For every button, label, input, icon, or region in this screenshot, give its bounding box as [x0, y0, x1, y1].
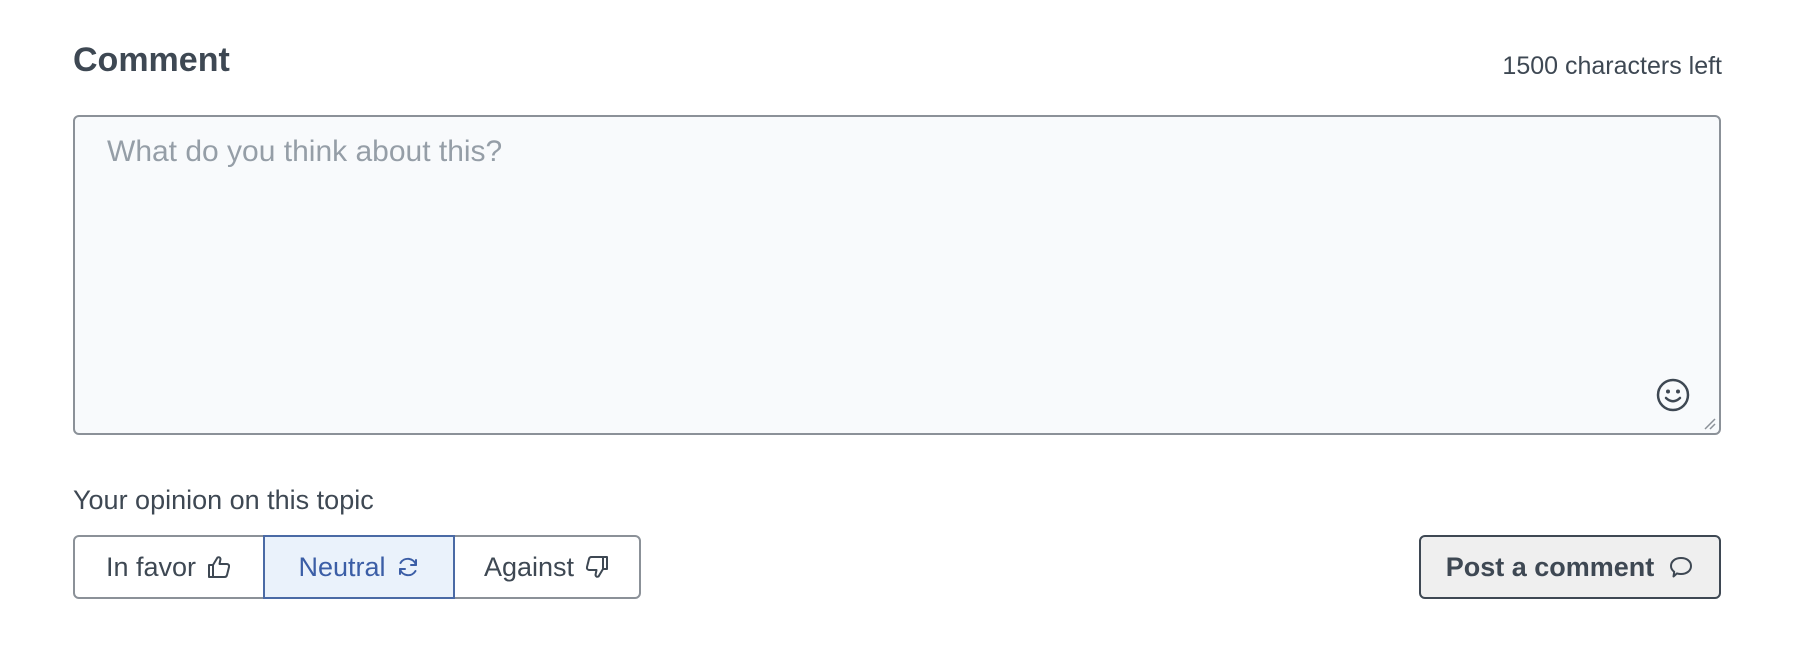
comment-textarea[interactable]: [75, 117, 1719, 433]
opinion-neutral-button[interactable]: Neutral: [263, 535, 455, 599]
opinion-label: Your opinion on this topic: [73, 485, 374, 515]
thumbs-up-icon: [208, 556, 231, 578]
opinion-option-label: In favor: [105, 551, 197, 582]
smiley-face-icon[interactable]: [1655, 377, 1691, 413]
opinion-option-label: Neutral: [298, 551, 386, 582]
post-comment-label: Post a comment: [1445, 551, 1655, 582]
opinion-option-label: Against: [483, 551, 575, 582]
post-comment-button[interactable]: Post a comment: [1419, 535, 1721, 599]
thumbs-down-icon: [585, 556, 609, 578]
resize-handle-icon[interactable]: [1701, 415, 1717, 431]
speech-bubble-icon: [1670, 557, 1693, 578]
comment-title: Comment: [73, 41, 230, 79]
opinion-in-favor-button[interactable]: In favor: [73, 535, 265, 599]
opinion-selector: In favor Neutral Against: [73, 535, 641, 599]
opinion-against-button[interactable]: Against: [453, 535, 641, 599]
refresh-circle-icon: [398, 557, 417, 577]
characters-left-counter: 1500 characters left: [1502, 52, 1722, 80]
comment-textarea-container: [73, 115, 1721, 435]
